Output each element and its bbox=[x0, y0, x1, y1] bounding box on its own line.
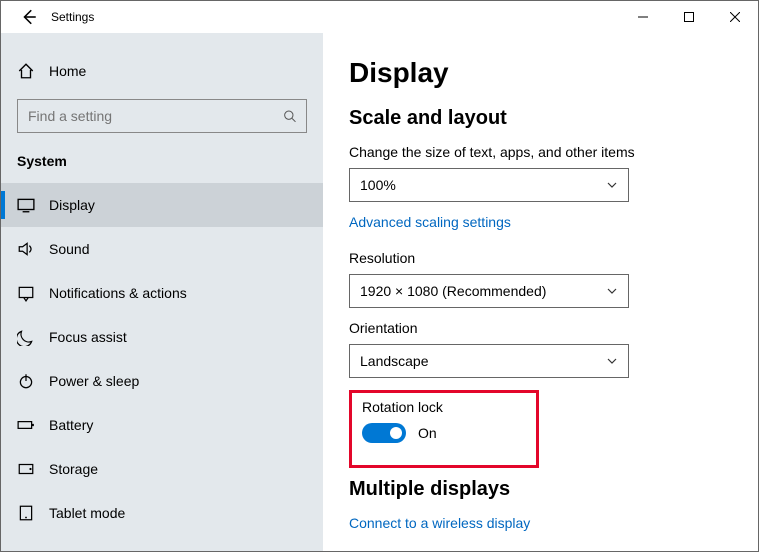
search-input[interactable] bbox=[17, 99, 307, 133]
rotation-lock-highlight: Rotation lock On bbox=[349, 390, 539, 468]
sidebar-item-label: Battery bbox=[49, 417, 93, 433]
maximize-icon bbox=[684, 12, 694, 22]
connect-wireless-link[interactable]: Connect to a wireless display bbox=[349, 515, 530, 531]
page-title: Display bbox=[349, 57, 758, 89]
search-field[interactable] bbox=[28, 108, 283, 124]
sidebar: Home System Display Sound Notifications … bbox=[1, 33, 323, 551]
rotation-lock-label: Rotation lock bbox=[362, 399, 526, 415]
advanced-scaling-link[interactable]: Advanced scaling settings bbox=[349, 214, 511, 230]
rotation-lock-state: On bbox=[418, 425, 437, 441]
sidebar-item-label: Notifications & actions bbox=[49, 285, 187, 301]
sidebar-item-display[interactable]: Display bbox=[1, 183, 323, 227]
minimize-button[interactable] bbox=[620, 1, 666, 33]
power-icon bbox=[17, 372, 35, 390]
orientation-select[interactable]: Landscape bbox=[349, 344, 629, 378]
arrow-left-icon bbox=[20, 8, 38, 26]
main-content: Display Scale and layout Change the size… bbox=[323, 33, 758, 551]
home-nav[interactable]: Home bbox=[1, 51, 323, 91]
category-title: System bbox=[1, 149, 323, 183]
scale-select[interactable]: 100% bbox=[349, 168, 629, 202]
battery-icon bbox=[17, 416, 35, 434]
chevron-down-icon bbox=[606, 355, 618, 367]
sidebar-item-label: Tablet mode bbox=[49, 505, 125, 521]
display-icon bbox=[17, 196, 35, 214]
resolution-value: 1920 × 1080 (Recommended) bbox=[360, 283, 546, 299]
sidebar-item-battery[interactable]: Battery bbox=[1, 403, 323, 447]
sidebar-item-sound[interactable]: Sound bbox=[1, 227, 323, 271]
sidebar-item-notifications[interactable]: Notifications & actions bbox=[1, 271, 323, 315]
back-button[interactable] bbox=[9, 8, 49, 26]
scale-label: Change the size of text, apps, and other… bbox=[349, 144, 758, 160]
scale-value: 100% bbox=[360, 177, 396, 193]
notifications-icon bbox=[17, 284, 35, 302]
sidebar-item-power-sleep[interactable]: Power & sleep bbox=[1, 359, 323, 403]
chevron-down-icon bbox=[606, 179, 618, 191]
maximize-button[interactable] bbox=[666, 1, 712, 33]
minimize-icon bbox=[638, 12, 648, 22]
close-icon bbox=[730, 12, 740, 22]
sidebar-item-storage[interactable]: Storage bbox=[1, 447, 323, 491]
resolution-select[interactable]: 1920 × 1080 (Recommended) bbox=[349, 274, 629, 308]
section-multiple-displays: Multiple displays bbox=[349, 478, 758, 501]
sidebar-item-label: Focus assist bbox=[49, 329, 127, 345]
titlebar: Settings bbox=[1, 1, 758, 33]
storage-icon bbox=[17, 460, 35, 478]
sidebar-item-label: Display bbox=[49, 197, 95, 213]
sidebar-item-focus-assist[interactable]: Focus assist bbox=[1, 315, 323, 359]
orientation-value: Landscape bbox=[360, 353, 429, 369]
search-icon bbox=[283, 109, 296, 123]
home-icon bbox=[17, 62, 35, 80]
section-scale-layout: Scale and layout bbox=[349, 107, 758, 130]
sidebar-item-label: Sound bbox=[49, 241, 89, 257]
sidebar-item-label: Power & sleep bbox=[49, 373, 139, 389]
home-label: Home bbox=[49, 63, 86, 79]
rotation-lock-toggle[interactable] bbox=[362, 423, 406, 443]
sound-icon bbox=[17, 240, 35, 258]
window-title: Settings bbox=[49, 10, 94, 24]
tablet-icon bbox=[17, 504, 35, 522]
close-button[interactable] bbox=[712, 1, 758, 33]
orientation-label: Orientation bbox=[349, 320, 758, 336]
chevron-down-icon bbox=[606, 285, 618, 297]
sidebar-item-tablet-mode[interactable]: Tablet mode bbox=[1, 491, 323, 535]
sidebar-item-label: Storage bbox=[49, 461, 98, 477]
resolution-label: Resolution bbox=[349, 250, 758, 266]
focus-assist-icon bbox=[17, 328, 35, 346]
